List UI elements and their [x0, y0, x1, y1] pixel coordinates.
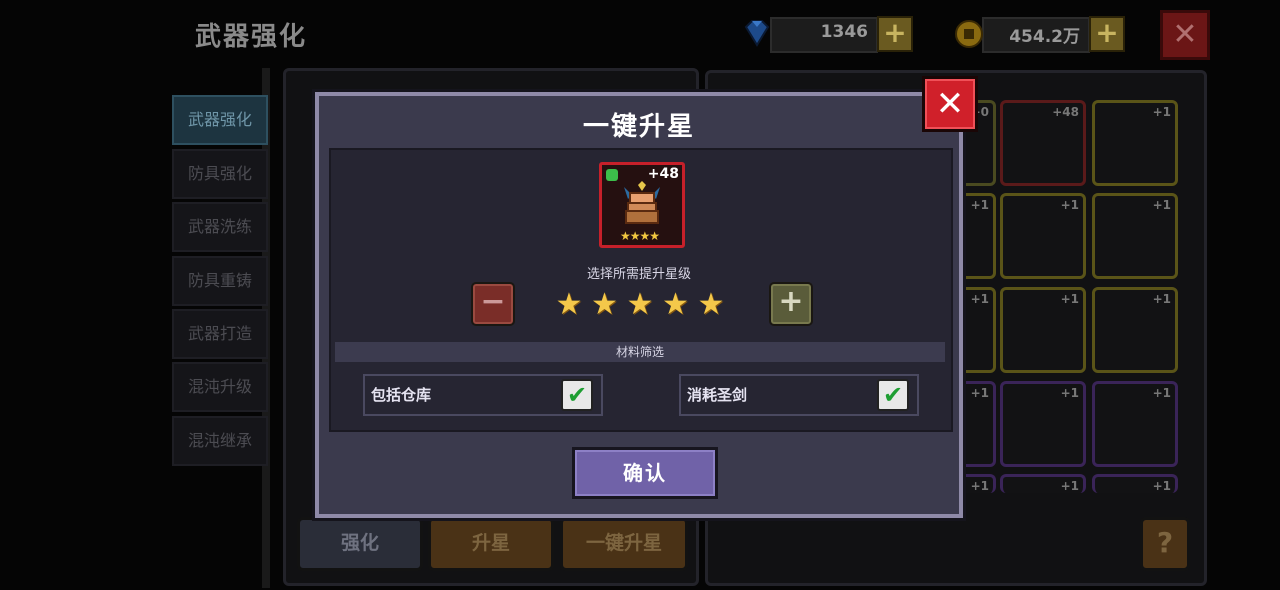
- sidebar-item-weapon-refine[interactable]: 武器洗练: [172, 202, 268, 252]
- consume-holy-sword-checkbox[interactable]: ✔: [877, 379, 909, 411]
- inventory-slot[interactable]: +1: [1092, 381, 1178, 467]
- star-icon[interactable]: ★: [554, 290, 584, 320]
- material-filter-title: 材料筛选: [335, 342, 945, 362]
- sidebar-item-armor-recast[interactable]: 防具重铸: [172, 256, 268, 306]
- close-dialog-button[interactable]: ✕: [922, 76, 978, 132]
- item-level: +48: [647, 166, 679, 182]
- armor-icon: [618, 181, 666, 227]
- page-title: 武器强化: [195, 22, 308, 52]
- star-icon[interactable]: ★: [590, 290, 620, 320]
- sidebar-item-chaos-inherit[interactable]: 混沌继承: [172, 416, 268, 466]
- buy-gold-button[interactable]: +: [1089, 16, 1125, 52]
- star-icon[interactable]: ★: [661, 290, 691, 320]
- tab-star-up[interactable]: 升星: [428, 517, 554, 571]
- close-screen-button[interactable]: ✕: [1160, 10, 1210, 60]
- green-gem-icon: [606, 169, 618, 181]
- inventory-slot[interactable]: +1: [1092, 287, 1178, 373]
- inventory-slot[interactable]: +1: [1092, 474, 1178, 493]
- inventory-slot[interactable]: +1: [1092, 100, 1178, 186]
- option-label: 包括仓库: [371, 386, 432, 404]
- help-button[interactable]: ?: [1140, 517, 1190, 571]
- option-label: 消耗圣剑: [687, 386, 748, 404]
- buy-gems-button[interactable]: +: [877, 16, 913, 52]
- one-key-star-dialog: 一键升星 +48 ★★★★ 选择所需提升星级 − + 材料筛选 包括仓库 ✔ 消…: [315, 92, 963, 518]
- inventory-slot[interactable]: +1: [1000, 381, 1086, 467]
- gem-icon: [742, 19, 772, 47]
- sidebar-item-chaos-upgrade[interactable]: 混沌升级: [172, 362, 268, 412]
- option-consume-holy-sword[interactable]: 消耗圣剑 ✔: [679, 374, 919, 416]
- sidebar-item-weapon-forge[interactable]: 武器打造: [172, 309, 268, 359]
- decrease-star-button[interactable]: −: [471, 282, 515, 326]
- sidebar-item-armor-enhance[interactable]: 防具强化: [172, 149, 268, 199]
- coin-icon: [954, 19, 984, 49]
- tab-one-key-star[interactable]: 一键升星: [560, 517, 688, 571]
- inventory-slot[interactable]: +48: [1000, 100, 1086, 186]
- inventory-slot[interactable]: +1: [1092, 193, 1178, 279]
- inventory-slot[interactable]: +1: [1000, 474, 1086, 493]
- inventory-slot[interactable]: +1: [1000, 287, 1086, 373]
- dialog-title: 一键升星: [582, 112, 695, 142]
- include-warehouse-checkbox[interactable]: ✔: [561, 379, 593, 411]
- star-icon[interactable]: ★: [696, 290, 726, 320]
- selected-item-slot: +48 ★★★★: [599, 162, 685, 248]
- star-icon[interactable]: ★: [625, 290, 655, 320]
- item-star-rating: ★★★★: [620, 229, 660, 243]
- increase-star-button[interactable]: +: [769, 282, 813, 326]
- sidebar-item-weapon-enhance[interactable]: 武器强化: [172, 95, 268, 145]
- inventory-slot[interactable]: +1: [1000, 193, 1086, 279]
- tab-enhance[interactable]: 强化: [297, 517, 423, 571]
- confirm-button[interactable]: 确认: [572, 447, 718, 499]
- choose-star-label: 选择所需提升星级: [586, 267, 691, 282]
- gem-count: 1346: [820, 22, 868, 42]
- gold-count: 454.2万: [1009, 27, 1080, 47]
- option-include-warehouse[interactable]: 包括仓库 ✔: [363, 374, 603, 416]
